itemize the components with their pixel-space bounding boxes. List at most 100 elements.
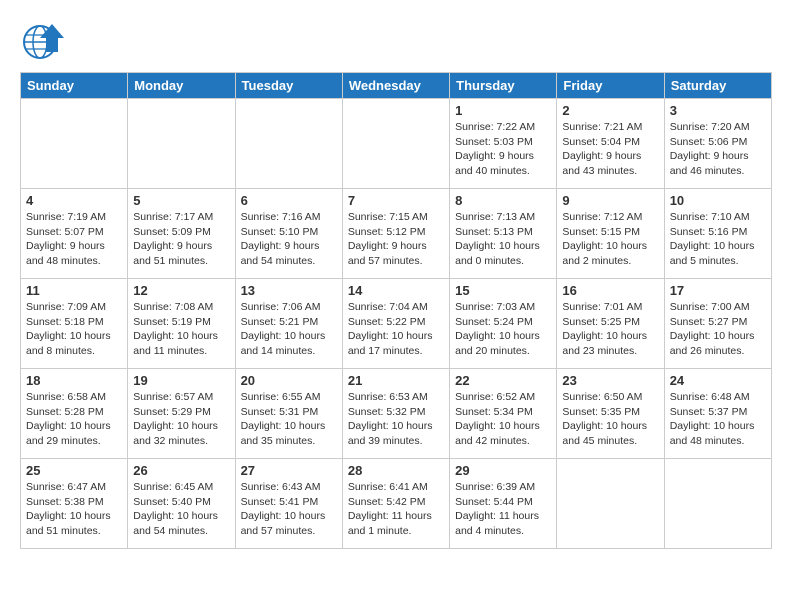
day-detail: Sunrise: 6:58 AM Sunset: 5:28 PM Dayligh…	[26, 390, 122, 449]
day-detail: Sunrise: 7:12 AM Sunset: 5:15 PM Dayligh…	[562, 210, 658, 269]
calendar-cell: 4 Sunrise: 7:19 AM Sunset: 5:07 PM Daylig…	[21, 189, 128, 279]
calendar-cell: 10 Sunrise: 7:10 AM Sunset: 5:16 PM Dayli…	[664, 189, 771, 279]
calendar-cell: 16 Sunrise: 7:01 AM Sunset: 5:25 PM Dayli…	[557, 279, 664, 369]
weekday-header-row: SundayMondayTuesdayWednesdayThursdayFrid…	[21, 73, 772, 99]
calendar-cell: 13 Sunrise: 7:06 AM Sunset: 5:21 PM Dayli…	[235, 279, 342, 369]
day-detail: Sunrise: 7:10 AM Sunset: 5:16 PM Dayligh…	[670, 210, 766, 269]
calendar-cell: 11 Sunrise: 7:09 AM Sunset: 5:18 PM Dayli…	[21, 279, 128, 369]
day-number: 3	[670, 103, 766, 118]
day-number: 23	[562, 373, 658, 388]
calendar-cell: 6 Sunrise: 7:16 AM Sunset: 5:10 PM Daylig…	[235, 189, 342, 279]
calendar-cell: 2 Sunrise: 7:21 AM Sunset: 5:04 PM Daylig…	[557, 99, 664, 189]
calendar-cell: 22Sunrise: 6:52 AM Sunset: 5:34 PM Dayli…	[450, 369, 557, 459]
day-number: 9	[562, 193, 658, 208]
day-number: 28	[348, 463, 444, 478]
day-number: 20	[241, 373, 337, 388]
day-detail: Sunrise: 7:13 AM Sunset: 5:13 PM Dayligh…	[455, 210, 551, 269]
day-number: 5	[133, 193, 229, 208]
day-number: 19	[133, 373, 229, 388]
calendar-cell: 25 Sunrise: 6:47 AM Sunset: 5:38 PM Dayli…	[21, 459, 128, 549]
calendar-cell: 17 Sunrise: 7:00 AM Sunset: 5:27 PM Dayli…	[664, 279, 771, 369]
weekday-header-thursday: Thursday	[450, 73, 557, 99]
day-detail: Sunrise: 7:01 AM Sunset: 5:25 PM Dayligh…	[562, 300, 658, 359]
day-number: 11	[26, 283, 122, 298]
day-detail: Sunrise: 6:45 AM Sunset: 5:40 PM Dayligh…	[133, 480, 229, 539]
calendar-cell: 24 Sunrise: 6:48 AM Sunset: 5:37 PM Dayli…	[664, 369, 771, 459]
day-number: 16	[562, 283, 658, 298]
day-number: 6	[241, 193, 337, 208]
calendar-cell	[664, 459, 771, 549]
day-detail: Sunrise: 6:55 AM Sunset: 5:31 PM Dayligh…	[241, 390, 337, 449]
day-detail: Sunrise: 7:00 AM Sunset: 5:27 PM Dayligh…	[670, 300, 766, 359]
calendar-cell: 26 Sunrise: 6:45 AM Sunset: 5:40 PM Dayli…	[128, 459, 235, 549]
day-number: 8	[455, 193, 551, 208]
calendar-cell: 12Sunrise: 7:08 AM Sunset: 5:19 PM Dayli…	[128, 279, 235, 369]
day-detail: Sunrise: 7:19 AM Sunset: 5:07 PM Dayligh…	[26, 210, 122, 269]
calendar-cell: 8 Sunrise: 7:13 AM Sunset: 5:13 PM Daylig…	[450, 189, 557, 279]
calendar-table: SundayMondayTuesdayWednesdayThursdayFrid…	[20, 72, 772, 549]
logo-icon	[20, 16, 68, 64]
day-number: 29	[455, 463, 551, 478]
day-number: 1	[455, 103, 551, 118]
day-detail: Sunrise: 7:21 AM Sunset: 5:04 PM Dayligh…	[562, 120, 658, 179]
day-number: 2	[562, 103, 658, 118]
day-detail: Sunrise: 7:16 AM Sunset: 5:10 PM Dayligh…	[241, 210, 337, 269]
day-detail: Sunrise: 6:48 AM Sunset: 5:37 PM Dayligh…	[670, 390, 766, 449]
calendar-cell: 14 Sunrise: 7:04 AM Sunset: 5:22 PM Dayli…	[342, 279, 449, 369]
calendar-cell	[128, 99, 235, 189]
day-number: 7	[348, 193, 444, 208]
calendar-cell: 19 Sunrise: 6:57 AM Sunset: 5:29 PM Dayli…	[128, 369, 235, 459]
day-number: 21	[348, 373, 444, 388]
day-detail: Sunrise: 6:53 AM Sunset: 5:32 PM Dayligh…	[348, 390, 444, 449]
page-container: SundayMondayTuesdayWednesdayThursdayFrid…	[0, 0, 792, 565]
calendar-cell: 28 Sunrise: 6:41 AM Sunset: 5:42 PM Dayli…	[342, 459, 449, 549]
day-detail: Sunrise: 6:47 AM Sunset: 5:38 PM Dayligh…	[26, 480, 122, 539]
day-number: 22	[455, 373, 551, 388]
calendar-cell: 27 Sunrise: 6:43 AM Sunset: 5:41 PM Dayli…	[235, 459, 342, 549]
day-detail: Sunrise: 7:20 AM Sunset: 5:06 PM Dayligh…	[670, 120, 766, 179]
header	[20, 16, 772, 64]
day-detail: Sunrise: 7:06 AM Sunset: 5:21 PM Dayligh…	[241, 300, 337, 359]
calendar-cell: 29 Sunrise: 6:39 AM Sunset: 5:44 PM Dayli…	[450, 459, 557, 549]
day-number: 27	[241, 463, 337, 478]
weekday-header-tuesday: Tuesday	[235, 73, 342, 99]
weekday-header-sunday: Sunday	[21, 73, 128, 99]
calendar-cell: 15Sunrise: 7:03 AM Sunset: 5:24 PM Dayli…	[450, 279, 557, 369]
week-row-4: 18 Sunrise: 6:58 AM Sunset: 5:28 PM Dayli…	[21, 369, 772, 459]
day-detail: Sunrise: 6:41 AM Sunset: 5:42 PM Dayligh…	[348, 480, 444, 539]
weekday-header-wednesday: Wednesday	[342, 73, 449, 99]
calendar-cell	[342, 99, 449, 189]
day-number: 4	[26, 193, 122, 208]
day-detail: Sunrise: 7:22 AM Sunset: 5:03 PM Dayligh…	[455, 120, 551, 179]
week-row-5: 25 Sunrise: 6:47 AM Sunset: 5:38 PM Dayli…	[21, 459, 772, 549]
day-number: 17	[670, 283, 766, 298]
day-number: 24	[670, 373, 766, 388]
day-number: 18	[26, 373, 122, 388]
calendar-cell	[235, 99, 342, 189]
calendar-cell: 7 Sunrise: 7:15 AM Sunset: 5:12 PM Daylig…	[342, 189, 449, 279]
day-number: 25	[26, 463, 122, 478]
weekday-header-saturday: Saturday	[664, 73, 771, 99]
day-number: 12	[133, 283, 229, 298]
day-number: 10	[670, 193, 766, 208]
weekday-header-friday: Friday	[557, 73, 664, 99]
calendar-cell: 3 Sunrise: 7:20 AM Sunset: 5:06 PM Daylig…	[664, 99, 771, 189]
calendar-cell: 1 Sunrise: 7:22 AM Sunset: 5:03 PM Daylig…	[450, 99, 557, 189]
day-number: 14	[348, 283, 444, 298]
day-detail: Sunrise: 6:39 AM Sunset: 5:44 PM Dayligh…	[455, 480, 551, 539]
week-row-3: 11 Sunrise: 7:09 AM Sunset: 5:18 PM Dayli…	[21, 279, 772, 369]
calendar-cell: 20 Sunrise: 6:55 AM Sunset: 5:31 PM Dayli…	[235, 369, 342, 459]
calendar-cell	[21, 99, 128, 189]
day-detail: Sunrise: 6:43 AM Sunset: 5:41 PM Dayligh…	[241, 480, 337, 539]
day-detail: Sunrise: 7:15 AM Sunset: 5:12 PM Dayligh…	[348, 210, 444, 269]
day-detail: Sunrise: 7:17 AM Sunset: 5:09 PM Dayligh…	[133, 210, 229, 269]
day-number: 15	[455, 283, 551, 298]
day-detail: Sunrise: 7:04 AM Sunset: 5:22 PM Dayligh…	[348, 300, 444, 359]
day-detail: Sunrise: 7:09 AM Sunset: 5:18 PM Dayligh…	[26, 300, 122, 359]
calendar-cell: 18 Sunrise: 6:58 AM Sunset: 5:28 PM Dayli…	[21, 369, 128, 459]
calendar-cell: 9 Sunrise: 7:12 AM Sunset: 5:15 PM Daylig…	[557, 189, 664, 279]
calendar-cell	[557, 459, 664, 549]
day-detail: Sunrise: 6:57 AM Sunset: 5:29 PM Dayligh…	[133, 390, 229, 449]
day-number: 13	[241, 283, 337, 298]
day-number: 26	[133, 463, 229, 478]
